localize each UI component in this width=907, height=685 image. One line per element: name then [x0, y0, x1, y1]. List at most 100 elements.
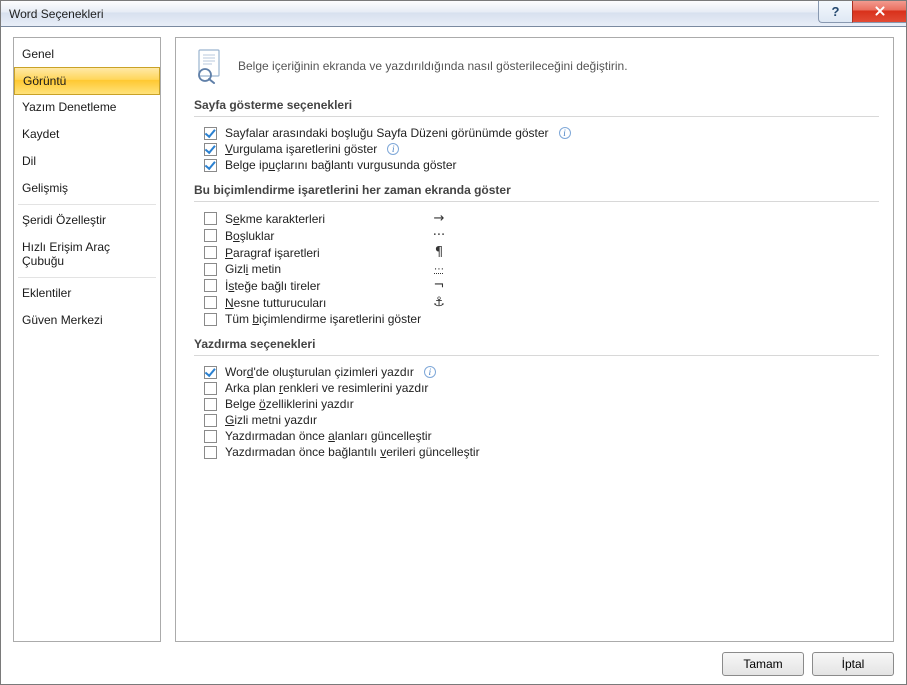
checkbox[interactable] [204, 212, 217, 225]
section-formatting-title: Bu biçimlendirme işaretlerini her zaman … [194, 183, 879, 202]
formatting-symbol: ¬ [429, 278, 449, 293]
section-page-display: Sayfalar arasındaki boşluğu Sayfa Düzeni… [194, 125, 879, 173]
formatting-symbol: ⋯ [429, 264, 449, 275]
option-row: Yazdırmadan önce bağlantılı verileri gün… [194, 444, 879, 460]
formatting-symbol: ¶ [429, 245, 449, 260]
info-icon[interactable]: i [387, 143, 399, 155]
checkbox[interactable] [204, 382, 217, 395]
dialog-body: Genel Görüntü Yazım Denetleme Kaydet Dil Geli… [1, 27, 906, 684]
sidebar-item[interactable]: Güven Merkezi [14, 307, 160, 334]
checkbox[interactable] [204, 366, 217, 379]
checkbox[interactable] [204, 246, 217, 259]
sidebar-item[interactable]: Gelişmiş [14, 175, 160, 202]
sidebar-item-label: Hızlı Erişim Araç Çubuğu [22, 240, 110, 268]
sidebar-item[interactable]: Dil [14, 148, 160, 175]
close-icon [874, 6, 886, 17]
close-button[interactable] [852, 1, 906, 23]
option-row: Paragraf işaretleri ¶ [194, 244, 879, 261]
sidebar-item[interactable]: Şeridi Özelleştir [14, 207, 160, 234]
category-sidebar: Genel Görüntü Yazım Denetleme Kaydet Dil Geli… [13, 37, 161, 642]
checkbox[interactable] [204, 143, 217, 156]
checkbox[interactable] [204, 229, 217, 242]
options-dialog: Word Seçenekleri ? Genel Görüntü Yazım Den… [0, 0, 907, 685]
option-row: Sekme karakterleri → [194, 210, 879, 227]
sidebar-item-label: Görüntü [23, 74, 66, 88]
panel-header: Belge içeriğinin ekranda ve yazdırıldığı… [194, 48, 879, 84]
sidebar-item-label: Kaydet [22, 127, 59, 141]
cancel-button[interactable]: İptal [812, 652, 894, 676]
option-label[interactable]: Tüm biçimlendirme işaretlerini göster [225, 312, 421, 326]
option-row: Yazdırmadan önce alanları güncelleştir [194, 428, 879, 444]
section-formatting: Sekme karakterleri→Boşluklar···Paragraf … [194, 210, 879, 327]
checkbox[interactable] [204, 159, 217, 172]
sidebar-item-label: Gelişmiş [22, 181, 68, 195]
sidebar-item[interactable]: Yazım Denetleme [14, 94, 160, 121]
checkbox[interactable] [204, 279, 217, 292]
dialog-title: Word Seçenekleri [9, 7, 104, 21]
sidebar-item-label: Dil [22, 154, 36, 168]
option-label[interactable]: Sayfalar arasındaki boşluğu Sayfa Düzeni… [225, 126, 549, 140]
checkbox[interactable] [204, 446, 217, 459]
ok-button[interactable]: Tamam [722, 652, 804, 676]
formatting-symbol: ··· [429, 228, 449, 243]
titlebar: Word Seçenekleri ? [1, 1, 906, 27]
main-panel: Belge içeriğinin ekranda ve yazdırıldığı… [175, 37, 894, 642]
formatting-symbol: → [429, 211, 449, 226]
formatting-symbol: ⚓ [429, 295, 449, 310]
checkbox[interactable] [204, 313, 217, 326]
option-label[interactable]: Paragraf işaretleri [225, 246, 320, 260]
section-printing: Word'de oluşturulan çizimleri yazdır i Ark… [194, 364, 879, 460]
option-label[interactable]: Sekme karakterleri [225, 212, 325, 226]
checkbox[interactable] [204, 414, 217, 427]
help-button[interactable]: ? [818, 1, 852, 23]
sidebar-item[interactable]: Görüntü [14, 67, 160, 95]
help-icon: ? [832, 4, 840, 19]
option-row: Word'de oluşturulan çizimleri yazdır i [194, 364, 879, 380]
option-label[interactable]: Belge ipuçlarını bağlantı vurgusunda gös… [225, 158, 457, 172]
option-label[interactable]: Gizli metni yazdır [225, 413, 317, 427]
option-row: Tüm biçimlendirme işaretlerini göster [194, 311, 879, 327]
sidebar-item[interactable]: Genel [14, 41, 160, 68]
dialog-footer: Tamam İptal [13, 642, 894, 676]
panel-header-text: Belge içeriğinin ekranda ve yazdırıldığı… [238, 59, 628, 73]
option-label[interactable]: Yazdırmadan önce bağlantılı verileri gün… [225, 445, 480, 459]
option-row: Arka plan renkleri ve resimlerini yazdır [194, 380, 879, 396]
sidebar-item[interactable]: Hızlı Erişim Araç Çubuğu [14, 234, 160, 275]
section-page-display-title: Sayfa gösterme seçenekleri [194, 98, 879, 117]
option-row: Sayfalar arasındaki boşluğu Sayfa Düzeni… [194, 125, 879, 141]
option-label[interactable]: Boşluklar [225, 229, 274, 243]
option-row: Boşluklar ··· [194, 227, 879, 244]
option-label[interactable]: Gizli metin [225, 262, 281, 276]
checkbox[interactable] [204, 296, 217, 309]
option-row: Belge özelliklerini yazdır [194, 396, 879, 412]
sidebar-item-label: Eklentiler [22, 286, 71, 300]
option-label[interactable]: Belge özelliklerini yazdır [225, 397, 354, 411]
sidebar-item[interactable]: Eklentiler [14, 280, 160, 307]
sidebar-item-label: Yazım Denetleme [22, 100, 116, 114]
sidebar-item[interactable]: Kaydet [14, 121, 160, 148]
sidebar-separator [18, 204, 156, 205]
option-label[interactable]: Yazdırmadan önce alanları güncelleştir [225, 429, 432, 443]
option-row: Vurgulama işaretlerini göster i [194, 141, 879, 157]
sidebar-item-label: Güven Merkezi [22, 313, 103, 327]
option-label[interactable]: İsteğe bağlı tireler [225, 279, 320, 293]
sidebar-separator [18, 277, 156, 278]
section-printing-title: Yazdırma seçenekleri [194, 337, 879, 356]
option-row: Gizli metni yazdır [194, 412, 879, 428]
option-row: Nesne tutturucuları ⚓ [194, 294, 879, 311]
info-icon[interactable]: i [559, 127, 571, 139]
page-preview-icon [194, 48, 226, 84]
option-row: İsteğe bağlı tireler ¬ [194, 277, 879, 294]
option-label[interactable]: Nesne tutturucuları [225, 296, 326, 310]
checkbox[interactable] [204, 127, 217, 140]
option-label[interactable]: Vurgulama işaretlerini göster [225, 142, 377, 156]
checkbox[interactable] [204, 398, 217, 411]
option-label[interactable]: Word'de oluşturulan çizimleri yazdır [225, 365, 414, 379]
option-label[interactable]: Arka plan renkleri ve resimlerini yazdır [225, 381, 428, 395]
option-row: Belge ipuçlarını bağlantı vurgusunda gös… [194, 157, 879, 173]
checkbox[interactable] [204, 263, 217, 276]
info-icon[interactable]: i [424, 366, 436, 378]
checkbox[interactable] [204, 430, 217, 443]
sidebar-item-label: Genel [22, 47, 54, 61]
titlebar-buttons: ? [818, 1, 906, 23]
